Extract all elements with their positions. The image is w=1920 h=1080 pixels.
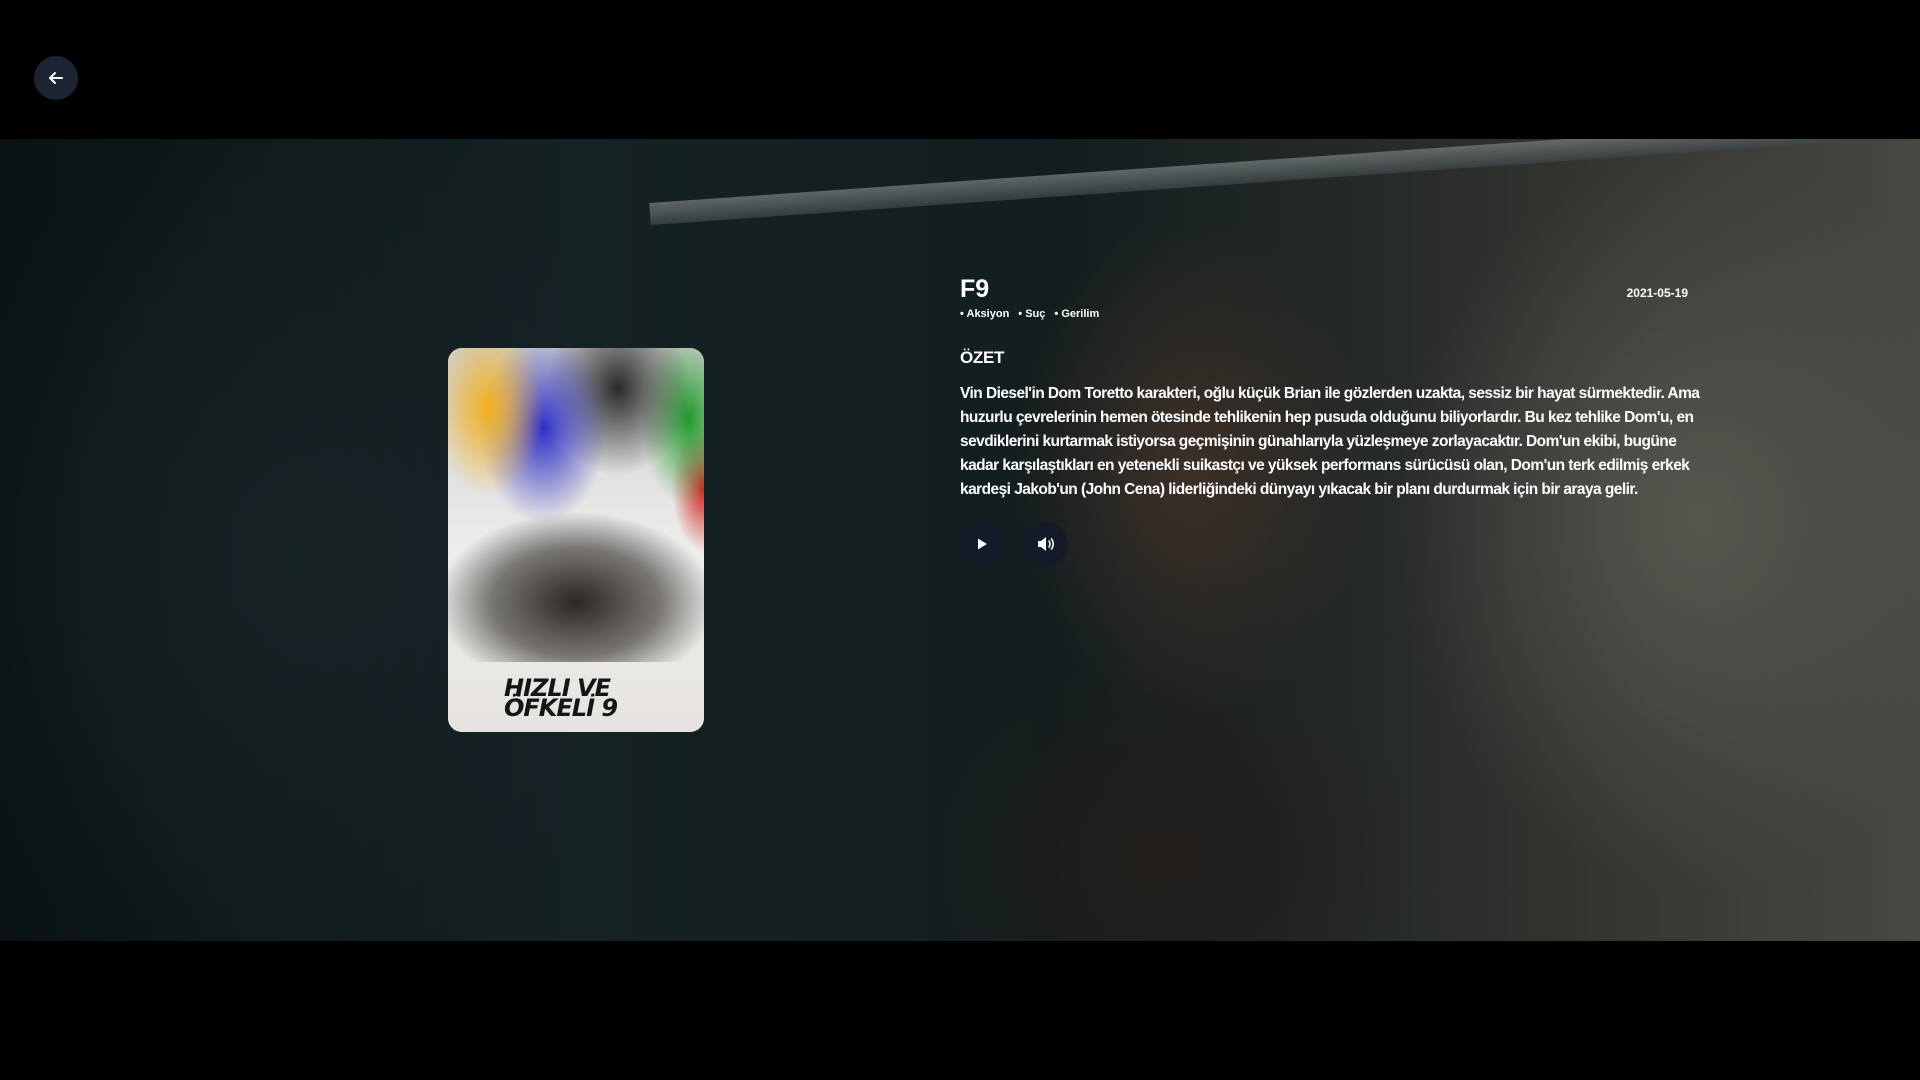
genre-tag: Aksiyon [960,308,1010,320]
play-icon [978,538,987,550]
bottom-bar [0,941,1920,1080]
genre-list: Aksiyon Suç Gerilim [960,308,1712,320]
poster-logo: HIZLI VE ÖFKELİ 9 [504,676,618,722]
movie-poster: HIZLI VE ÖFKELİ 9 [448,348,704,732]
overview-text: Vin Diesel'in Dom Toretto karakteri, oğl… [960,385,1700,498]
play-button[interactable] [960,522,1004,566]
volume-icon [1038,537,1055,551]
genre-tag: Suç [1018,308,1045,320]
movie-details: F9 2021-05-19 Aksiyon Suç Gerilim ÖZET V… [960,274,1712,566]
poster-logo-line2: ÖFKELİ 9 [504,694,618,722]
top-bar [0,0,1920,139]
back-button[interactable] [34,56,78,100]
poster-cast [448,512,704,662]
overview-heading: ÖZET [960,348,1005,367]
release-date: 2021-05-19 [1626,286,1688,300]
volume-button[interactable] [1024,522,1068,566]
genre-tag: Gerilim [1054,308,1099,320]
player-controls [960,522,1712,566]
movie-title: F9 [960,275,990,303]
arrow-left-icon [49,72,63,84]
